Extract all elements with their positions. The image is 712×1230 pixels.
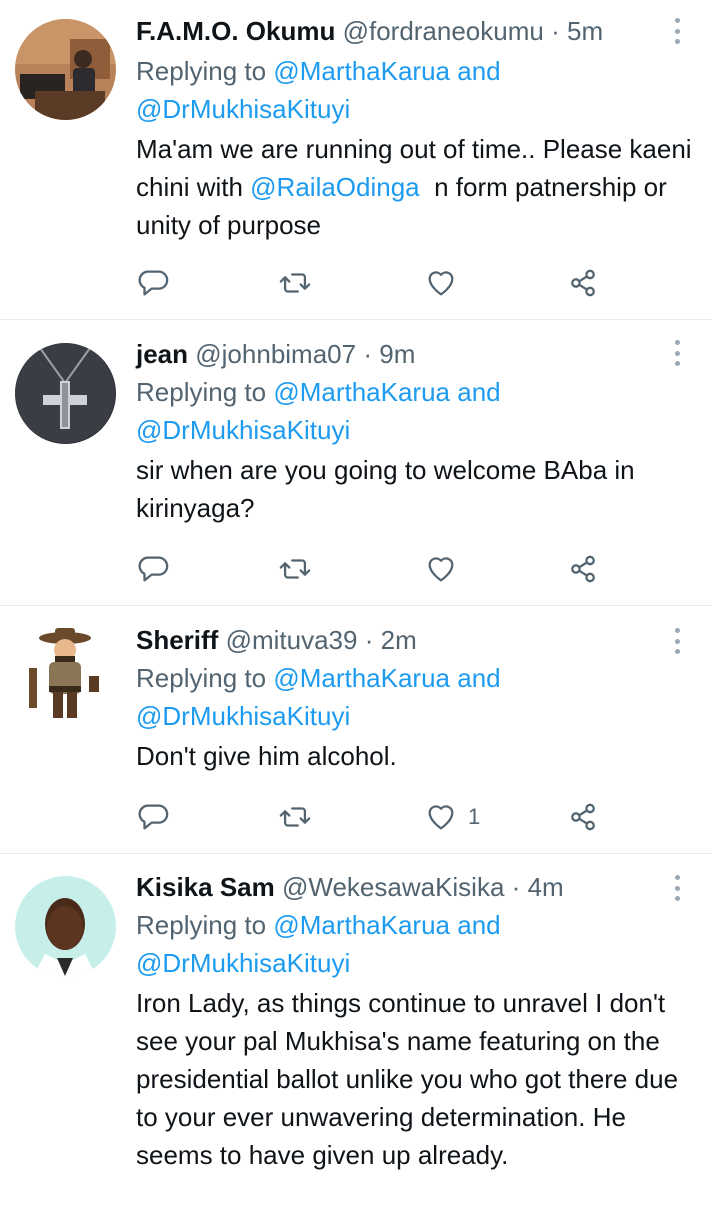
tweet-actions bbox=[136, 549, 616, 589]
user-handle[interactable]: @fordraneokumu bbox=[343, 16, 544, 46]
mention-link[interactable]: @DrMukhisaKituyi bbox=[136, 948, 350, 978]
replying-to: Replying to @MarthaKarua and @DrMukhisaK… bbox=[136, 373, 692, 449]
timestamp[interactable]: 4m bbox=[528, 872, 564, 902]
replying-prefix: Replying to bbox=[136, 377, 267, 407]
tweet-text: Ma'am we are running out of time.. Pleas… bbox=[136, 130, 692, 244]
avatar[interactable] bbox=[15, 343, 116, 444]
replying-prefix: Replying to bbox=[136, 663, 267, 693]
share-button[interactable] bbox=[566, 263, 600, 303]
replying-to: Replying to @MarthaKarua and @DrMukhisaK… bbox=[136, 52, 692, 128]
separator-dot: · bbox=[364, 625, 374, 655]
retweet-button[interactable] bbox=[278, 797, 312, 837]
tweet-actions bbox=[136, 263, 616, 303]
display-name[interactable]: Kisika Sam bbox=[136, 872, 275, 902]
retweet-icon bbox=[279, 807, 311, 827]
reply-button[interactable] bbox=[136, 549, 170, 589]
display-name[interactable]: jean bbox=[136, 339, 188, 369]
reply-and[interactable]: and bbox=[457, 663, 500, 693]
mention-link[interactable]: @DrMukhisaKituyi bbox=[136, 701, 350, 731]
reply-and[interactable]: and bbox=[457, 377, 500, 407]
user-handle[interactable]: @WekesawaKisika bbox=[282, 872, 504, 902]
timestamp[interactable]: 5m bbox=[567, 16, 603, 46]
mention-link[interactable]: @DrMukhisaKituyi bbox=[136, 415, 350, 445]
tweet-header: jean @johnbima07 · 9m bbox=[136, 337, 692, 371]
like-button[interactable] bbox=[424, 549, 468, 589]
share-icon bbox=[571, 269, 595, 297]
tweet-header: F.A.M.O. Okumu @fordraneokumu · 5m bbox=[136, 14, 692, 48]
display-name[interactable]: Sheriff bbox=[136, 625, 218, 655]
tweet-header: Sheriff @mituva39 · 2m bbox=[136, 623, 692, 657]
timestamp[interactable]: 9m bbox=[379, 339, 415, 369]
mention-link[interactable]: @MarthaKarua bbox=[273, 56, 450, 86]
mention-link[interactable]: @DrMukhisaKituyi bbox=[136, 94, 350, 124]
tweet-2[interactable]: jean @johnbima07 · 9m Replying to @Marth… bbox=[0, 320, 712, 606]
tweet-3[interactable]: Sheriff @mituva39 · 2m Replying to @Mart… bbox=[0, 606, 712, 854]
reply-icon bbox=[138, 556, 169, 582]
share-icon bbox=[571, 803, 595, 831]
more-options-icon[interactable] bbox=[672, 340, 682, 366]
mention-link[interactable]: @RailaOdinga bbox=[250, 172, 419, 202]
reply-and[interactable]: and bbox=[457, 56, 500, 86]
replying-to: Replying to @MarthaKarua and @DrMukhisaK… bbox=[136, 659, 692, 735]
reply-button[interactable] bbox=[136, 263, 170, 303]
mention-link[interactable]: @MarthaKarua bbox=[273, 910, 450, 940]
like-count: 1 bbox=[468, 804, 481, 829]
mention-link[interactable]: @MarthaKarua bbox=[273, 377, 450, 407]
like-button[interactable] bbox=[424, 263, 468, 303]
more-options-icon[interactable] bbox=[672, 628, 682, 654]
more-options-icon[interactable] bbox=[672, 875, 682, 901]
tweet-text: Iron Lady, as things continue to unravel… bbox=[136, 988, 679, 1170]
tweet-1[interactable]: F.A.M.O. Okumu @fordraneokumu · 5m Reply… bbox=[0, 0, 712, 320]
heart-icon bbox=[428, 557, 454, 582]
share-button[interactable] bbox=[566, 797, 600, 837]
replying-to: Replying to @MarthaKarua and @DrMukhisaK… bbox=[136, 906, 692, 982]
more-options-icon[interactable] bbox=[672, 18, 682, 44]
timestamp[interactable]: 2m bbox=[381, 625, 417, 655]
user-handle[interactable]: @johnbima07 bbox=[195, 339, 356, 369]
share-button[interactable] bbox=[566, 549, 600, 589]
retweet-button[interactable] bbox=[278, 549, 312, 589]
retweet-button[interactable] bbox=[278, 263, 312, 303]
share-icon bbox=[571, 555, 595, 583]
reply-icon bbox=[138, 804, 169, 830]
reply-and[interactable]: and bbox=[457, 910, 500, 940]
avatar[interactable] bbox=[15, 624, 116, 725]
replying-prefix: Replying to bbox=[136, 910, 267, 940]
avatar[interactable] bbox=[15, 876, 116, 977]
tweet-4[interactable]: Kisika Sam @WekesawaKisika · 4m Replying… bbox=[0, 854, 712, 1230]
display-name[interactable]: F.A.M.O. Okumu bbox=[136, 16, 335, 46]
separator-dot: · bbox=[551, 16, 560, 46]
like-button[interactable]: 1 bbox=[424, 797, 480, 837]
retweet-icon bbox=[279, 273, 311, 293]
heart-icon bbox=[428, 271, 454, 296]
tweet-text: Don't give him alcohol. bbox=[136, 741, 397, 771]
replying-prefix: Replying to bbox=[136, 56, 267, 86]
tweet-actions: 1 bbox=[136, 797, 616, 837]
reply-icon bbox=[138, 270, 169, 296]
retweet-icon bbox=[279, 559, 311, 579]
separator-dot: · bbox=[363, 339, 372, 369]
heart-icon bbox=[428, 805, 454, 830]
tweet-header: Kisika Sam @WekesawaKisika · 4m bbox=[136, 870, 692, 904]
reply-button[interactable] bbox=[136, 797, 170, 837]
user-handle[interactable]: @mituva39 bbox=[226, 625, 358, 655]
tweet-text: sir when are you going to welcome BAba i… bbox=[136, 455, 635, 523]
mention-link[interactable]: @MarthaKarua bbox=[273, 663, 450, 693]
separator-dot: · bbox=[511, 872, 521, 902]
avatar[interactable] bbox=[15, 19, 116, 120]
